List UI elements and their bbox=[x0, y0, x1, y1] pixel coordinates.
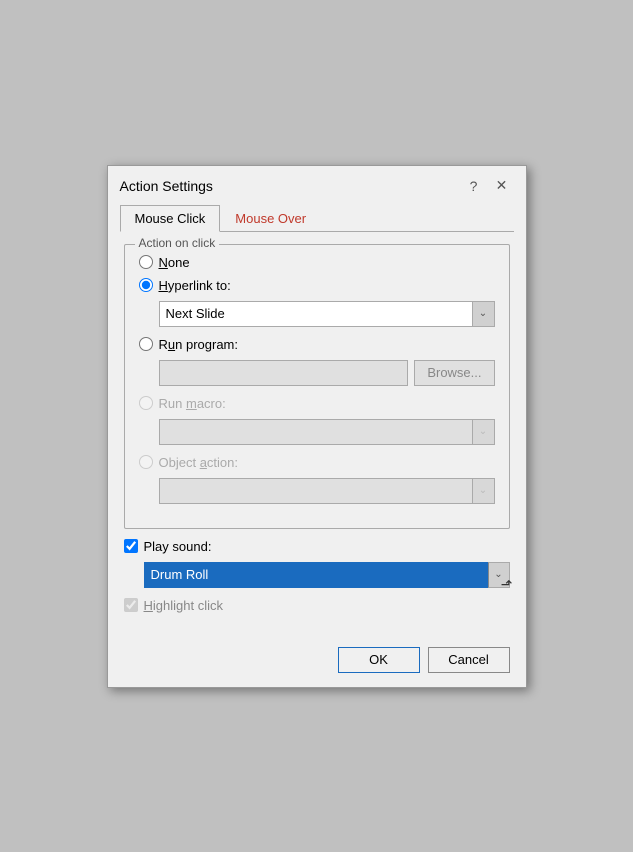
help-button[interactable]: ? bbox=[462, 174, 486, 198]
cancel-button[interactable]: Cancel bbox=[428, 647, 510, 673]
run-program-label: Run program: bbox=[159, 337, 239, 352]
hyperlink-dropdown-arrow[interactable]: ⌄ bbox=[473, 301, 495, 327]
dialog-footer: OK Cancel bbox=[108, 637, 526, 687]
group-label: Action on click bbox=[135, 236, 220, 250]
tab-bar: Mouse Click Mouse Over bbox=[108, 198, 526, 231]
object-action-label: Object action: bbox=[159, 455, 239, 470]
highlight-click-row: Highlight click bbox=[124, 598, 510, 613]
sound-dropdown-wrap: Drum Roll ⌄ ⬏ bbox=[144, 562, 510, 588]
run-macro-label: Run macro: bbox=[159, 396, 226, 411]
hyperlink-dropdown-row: Next Slide ⌄ bbox=[159, 301, 495, 327]
title-controls: ? ✕ bbox=[462, 174, 514, 198]
run-program-radio[interactable] bbox=[139, 337, 153, 351]
object-action-dropdown-row: ⌄ bbox=[159, 478, 495, 504]
extras-section: Play sound: Drum Roll ⌄ ⬏ Highlight clic… bbox=[124, 529, 510, 613]
title-bar: Action Settings ? ✕ bbox=[108, 166, 526, 198]
hyperlink-dropdown[interactable]: Next Slide bbox=[159, 301, 473, 327]
play-sound-checkbox[interactable] bbox=[124, 539, 138, 553]
highlight-click-checkbox[interactable] bbox=[124, 598, 138, 612]
play-sound-label: Play sound: bbox=[144, 539, 212, 554]
hyperlink-radio[interactable] bbox=[139, 278, 153, 292]
run-macro-dropdown bbox=[159, 419, 473, 445]
run-macro-dropdown-arrow: ⌄ bbox=[473, 419, 495, 445]
highlight-click-label: Highlight click bbox=[144, 598, 223, 613]
sound-dropdown-arrow[interactable]: ⌄ ⬏ bbox=[488, 562, 510, 588]
play-sound-row: Play sound: bbox=[124, 539, 510, 554]
cursor-icon: ⬏ bbox=[501, 576, 513, 593]
action-settings-dialog: Action Settings ? ✕ Mouse Click Mouse Ov… bbox=[107, 165, 527, 688]
ok-button[interactable]: OK bbox=[338, 647, 420, 673]
run-program-input[interactable] bbox=[159, 360, 409, 386]
object-action-dropdown-arrow: ⌄ bbox=[473, 478, 495, 504]
action-group: Action on click None Hyperlink to: Next … bbox=[124, 244, 510, 529]
hyperlink-label: Hyperlink to: bbox=[159, 278, 231, 293]
tab-mouse-click[interactable]: Mouse Click bbox=[120, 205, 221, 232]
tab-mouse-over[interactable]: Mouse Over bbox=[220, 205, 321, 232]
hyperlink-option-row: Hyperlink to: bbox=[139, 278, 495, 293]
none-option-row: None bbox=[139, 255, 495, 270]
sound-dropdown[interactable]: Drum Roll bbox=[144, 562, 488, 588]
run-program-row: Browse... bbox=[159, 360, 495, 386]
browse-button[interactable]: Browse... bbox=[414, 360, 494, 386]
object-action-radio[interactable] bbox=[139, 455, 153, 469]
close-button[interactable]: ✕ bbox=[490, 174, 514, 198]
run-macro-radio[interactable] bbox=[139, 396, 153, 410]
run-macro-dropdown-row: ⌄ bbox=[159, 419, 495, 445]
dialog-content: Action on click None Hyperlink to: Next … bbox=[108, 232, 526, 637]
object-action-option-row: Object action: bbox=[139, 455, 495, 470]
object-action-dropdown bbox=[159, 478, 473, 504]
none-radio[interactable] bbox=[139, 255, 153, 269]
none-label: None bbox=[159, 255, 190, 270]
dialog-title: Action Settings bbox=[120, 178, 213, 194]
run-program-option-row: Run program: bbox=[139, 337, 495, 352]
run-macro-option-row: Run macro: bbox=[139, 396, 495, 411]
